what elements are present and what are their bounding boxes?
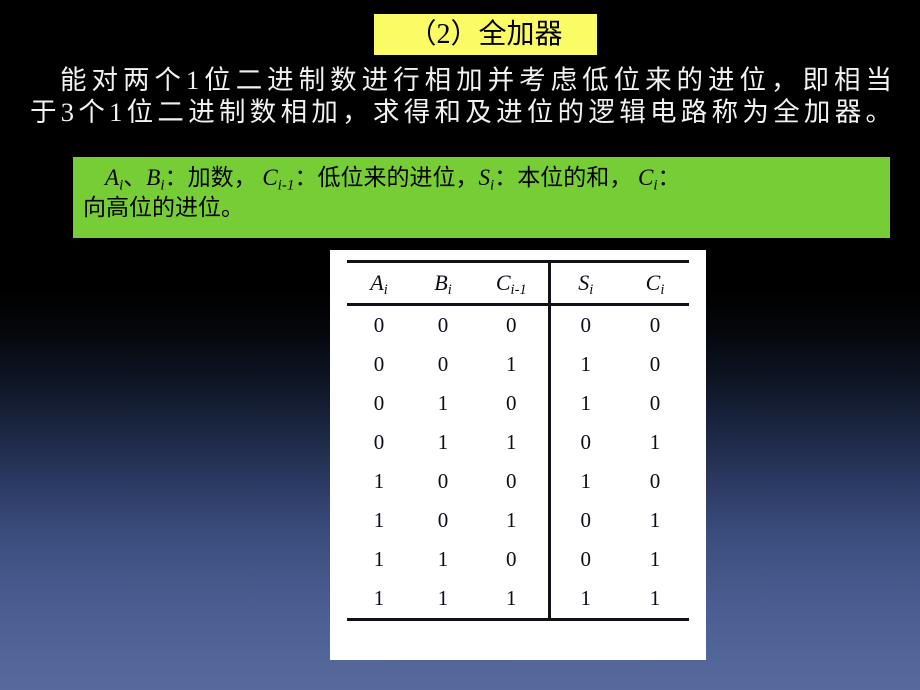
cell-carry-out: 0: [649, 469, 661, 493]
title-banner: （2）全加器: [374, 14, 597, 55]
variable-a-base: A: [105, 165, 120, 190]
definition-line-2: 向高位的进位。: [83, 195, 244, 220]
cell-sum: 0: [580, 313, 592, 337]
variable-c-prev-base: C: [262, 165, 278, 190]
cell-b: 1: [411, 579, 475, 621]
label-addends: ：加数，: [164, 165, 257, 190]
column-header-carry-in: Ci-1: [475, 263, 551, 306]
cell-sum: 0: [580, 430, 592, 454]
variable-b: Bi: [146, 165, 164, 192]
cell-b: 1: [437, 547, 449, 571]
column-header-sum-base: S: [578, 270, 590, 295]
cell-a: 1: [373, 469, 385, 493]
column-header-sum: Si: [549, 263, 621, 306]
column-header-b-subscript: i: [447, 282, 452, 299]
cell-carry-out: 1: [621, 579, 689, 621]
label-sum: ：本位的和，: [494, 165, 633, 190]
column-header-carry-in-base: C: [495, 270, 511, 295]
cell-b: 0: [437, 508, 449, 532]
column-header-b-base: B: [434, 270, 448, 295]
variable-c-base: C: [637, 165, 654, 190]
cell-carry-out: 0: [649, 313, 661, 337]
column-header-sum-subscript: i: [589, 282, 594, 299]
table-row: 1 1 0 0 1: [347, 540, 689, 579]
cell-carry-in: 1: [475, 501, 551, 540]
cell-carry-in: 0: [475, 462, 551, 501]
cell-b: 0: [437, 313, 449, 337]
table-row: 0 1 0 1 0: [347, 384, 689, 423]
column-header-a-subscript: i: [383, 282, 388, 299]
truth-table-body: 0 0 0 0 0 0 0 1 1 0 0 1 0 1 0 0 1 1 0 1 …: [347, 304, 689, 621]
page-title: （2）全加器: [408, 18, 563, 50]
cell-carry-in: 1: [475, 423, 551, 462]
column-header-a: Ai: [347, 263, 411, 306]
cell-sum: 0: [580, 508, 592, 532]
cell-carry-out: 1: [649, 547, 661, 571]
table-row: 1 0 0 1 0: [347, 462, 689, 501]
truth-table-head: Ai Bi Ci-1 Si Ci: [347, 260, 689, 306]
cell-carry-in: 0: [475, 384, 551, 423]
cell-sum: 1: [580, 469, 592, 493]
cell-a: 1: [373, 547, 385, 571]
cell-carry-in: 1: [475, 345, 551, 384]
variable-c-prev-subscript: i-1: [277, 176, 295, 194]
table-row: 0 0 0 0 0: [347, 304, 689, 345]
cell-b: 1: [437, 391, 449, 415]
cell-b: 0: [437, 469, 449, 493]
cell-a: 0: [373, 430, 385, 454]
cell-a: 0: [373, 391, 385, 415]
cell-carry-out: 0: [649, 391, 661, 415]
cell-carry-out: 1: [649, 508, 661, 532]
variable-c: Ci: [637, 165, 658, 192]
truth-table-panel: Ai Bi Ci-1 Si Ci 0 0 0 0 0 0 0 1 1 0 0 1…: [330, 250, 706, 660]
description-paragraph: 能对两个1位二进制数进行相加并考虑低位来的进位，即相当 于3个1位二进制数相加，…: [30, 64, 892, 128]
cell-b: 0: [437, 352, 449, 376]
column-header-b: Bi: [411, 263, 475, 306]
cell-sum: 1: [580, 391, 592, 415]
definition-line-1: Ai、Bi：加数， Ci-1：低位来的进位，Si：本位的和， Ci：: [83, 163, 880, 193]
definition-separator-1: 、: [123, 165, 147, 190]
description-line-2: 于3个1位二进制数相加，求得和及进位的逻辑电路称为全加器。: [30, 97, 892, 127]
variable-s: Si: [478, 165, 495, 192]
truth-table-header-row: Ai Bi Ci-1 Si Ci: [347, 263, 689, 306]
variable-b-base: B: [146, 165, 161, 190]
column-header-carry-in-subscript: i-1: [510, 282, 527, 299]
description-line-1: 能对两个1位二进制数进行相加并考虑低位来的进位，即相当: [60, 65, 892, 95]
table-row: 1 0 1 0 1: [347, 501, 689, 540]
definition-box: Ai、Bi：加数， Ci-1：低位来的进位，Si：本位的和， Ci： 向高位的进…: [73, 157, 890, 238]
cell-carry-out: 0: [649, 352, 661, 376]
cell-carry-in: 0: [475, 304, 551, 345]
cell-sum: 1: [580, 352, 592, 376]
column-header-carry-out: Ci: [621, 263, 689, 306]
truth-table: Ai Bi Ci-1 Si Ci 0 0 0 0 0 0 0 1 1 0 0 1…: [347, 260, 689, 621]
cell-sum: 0: [580, 547, 592, 571]
table-row: 1 1 1 1 1: [347, 579, 689, 621]
cell-carry-in: 0: [475, 540, 551, 579]
cell-b: 1: [437, 430, 449, 454]
label-carry-out-colon: ：: [657, 165, 681, 190]
cell-sum: 1: [549, 579, 621, 621]
label-carry-in: ：低位来的进位，: [294, 165, 479, 190]
slide-canvas: （2）全加器 能对两个1位二进制数进行相加并考虑低位来的进位，即相当 于3个1位…: [0, 0, 920, 690]
variable-a: Ai: [105, 165, 123, 192]
table-row: 0 0 1 1 0: [347, 345, 689, 384]
cell-a: 0: [373, 352, 385, 376]
cell-a: 1: [373, 508, 385, 532]
cell-a: 1: [347, 579, 411, 621]
variable-c-prev: Ci-1: [262, 165, 295, 194]
column-header-carry-out-base: C: [645, 270, 661, 295]
variable-s-base: S: [478, 165, 491, 190]
cell-carry-out: 1: [649, 430, 661, 454]
column-header-carry-out-subscript: i: [660, 282, 665, 299]
cell-a: 0: [373, 313, 385, 337]
column-header-a-base: A: [370, 270, 384, 295]
cell-carry-in: 1: [475, 579, 551, 621]
table-row: 0 1 1 0 1: [347, 423, 689, 462]
